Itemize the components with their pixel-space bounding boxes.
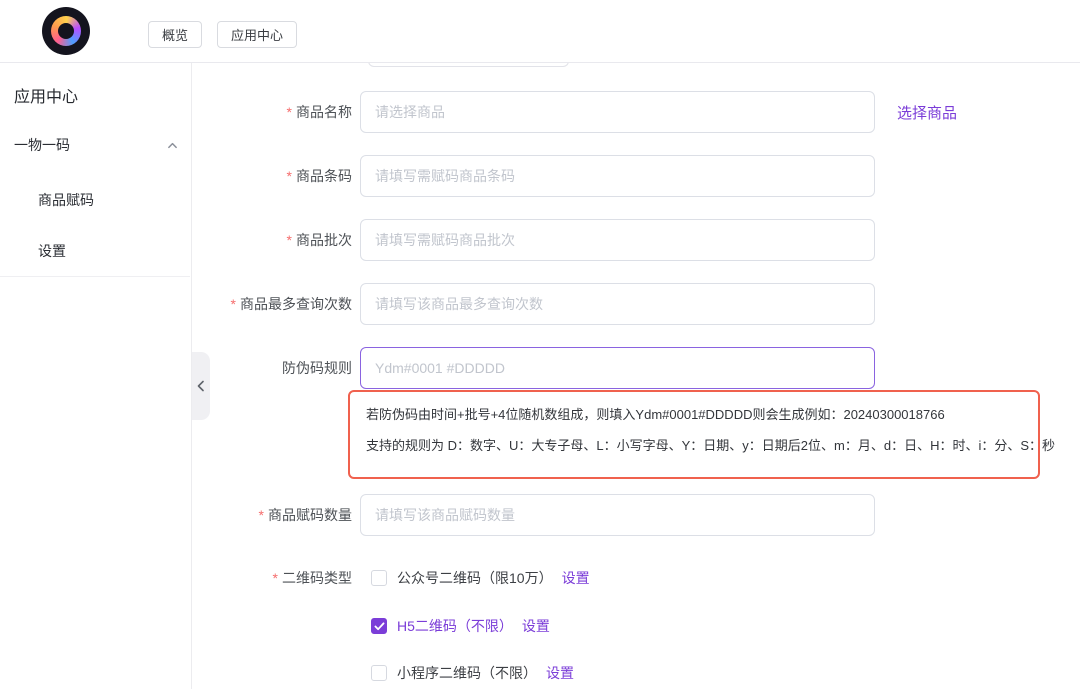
required-asterisk: * <box>259 507 264 523</box>
rule-help-line1: 若防伪码由时间+批号+4位随机数组成，则填入Ydm#0001#DDDDD则会生成… <box>366 405 1022 424</box>
sidebar: 应用中心 一物一码 商品赋码 设置 <box>0 63 192 689</box>
logo-ring-hole <box>58 23 74 39</box>
field-label: *商品赋码数量 <box>193 494 360 536</box>
required-asterisk: * <box>231 296 236 312</box>
mini-program-settings-link[interactable]: 设置 <box>546 663 574 683</box>
topbar-tabs: 概览 应用中心 <box>148 21 297 48</box>
sidebar-item-product-coding[interactable]: 商品赋码 <box>38 190 94 210</box>
sidebar-group-label: 一物一码 <box>14 135 70 155</box>
anticounterfeit-rule-input[interactable] <box>360 347 875 389</box>
required-asterisk: * <box>287 168 292 184</box>
brand-logo-icon[interactable] <box>42 7 90 55</box>
field-label-text: 商品批次 <box>296 232 352 248</box>
max-query-count-input[interactable] <box>360 283 875 325</box>
mini-program-label: 小程序二维码（不限） <box>397 663 537 683</box>
topbar: 概览 应用中心 <box>0 0 1080 63</box>
sidebar-group-one-item-one-code[interactable]: 一物一码 <box>14 135 178 155</box>
official-account-settings-link[interactable]: 设置 <box>562 568 590 588</box>
rule-help-line2: 支持的规则为 D：数字、U：大专子母、L：小写字母、Y：日期、y：日期后2位、m… <box>366 436 1022 455</box>
product-barcode-input[interactable] <box>360 155 875 197</box>
field-row-coding-quantity: *商品赋码数量 <box>193 494 875 536</box>
page: 概览 应用中心 应用中心 一物一码 商品赋码 设置 *商品名称 选择商品 *商品… <box>0 0 1080 689</box>
qrcode-option-official-account: *二维码类型 公众号二维码（限10万） 设置 <box>193 568 590 588</box>
field-row-anticounterfeit-rule: 防伪码规则 <box>193 347 875 389</box>
h5-settings-link[interactable]: 设置 <box>522 616 550 636</box>
required-asterisk: * <box>273 570 278 586</box>
field-label: *商品最多查询次数 <box>193 283 360 325</box>
product-name-input[interactable] <box>360 91 875 133</box>
tab-overview[interactable]: 概览 <box>148 21 202 48</box>
h5-checkbox[interactable] <box>371 618 387 634</box>
official-account-label: 公众号二维码（限10万） <box>397 568 553 588</box>
field-label: *商品条码 <box>193 155 360 197</box>
qrcode-option-mini-program: 小程序二维码（不限） 设置 <box>193 663 574 683</box>
field-row-product-name: *商品名称 选择商品 <box>193 91 957 133</box>
field-label-text: 二维码类型 <box>282 570 352 586</box>
sidebar-divider <box>0 276 190 277</box>
field-label-text: 商品赋码数量 <box>268 507 352 523</box>
select-product-link[interactable]: 选择商品 <box>897 102 957 123</box>
tab-app-center[interactable]: 应用中心 <box>217 21 297 48</box>
sidebar-heading: 应用中心 <box>14 83 78 107</box>
field-row-product-batch: *商品批次 <box>193 219 875 261</box>
sidebar-item-settings[interactable]: 设置 <box>38 241 66 261</box>
coding-quantity-input[interactable] <box>360 494 875 536</box>
chevron-left-icon <box>196 380 206 392</box>
chevron-up-icon <box>167 140 178 151</box>
field-label-text: 防伪码规则 <box>282 360 352 376</box>
field-label-text: 商品最多查询次数 <box>240 296 352 312</box>
official-account-checkbox[interactable] <box>371 570 387 586</box>
rule-help-box: 若防伪码由时间+批号+4位随机数组成，则填入Ydm#0001#DDDDD则会生成… <box>348 390 1040 479</box>
field-label: 防伪码规则 <box>193 347 360 389</box>
field-label-text: 商品名称 <box>296 104 352 120</box>
mini-program-checkbox[interactable] <box>371 665 387 681</box>
field-label: *商品批次 <box>193 219 360 261</box>
h5-label: H5二维码（不限） <box>397 616 513 636</box>
main-form: *商品名称 选择商品 *商品条码 *商品批次 *商品最多查询次数 防伪码规则 若… <box>193 63 1080 689</box>
required-asterisk: * <box>287 232 292 248</box>
field-label-text: 商品条码 <box>296 168 352 184</box>
field-row-max-query-count: *商品最多查询次数 <box>193 283 875 325</box>
required-asterisk: * <box>287 104 292 120</box>
product-batch-input[interactable] <box>360 219 875 261</box>
qrcode-option-h5: H5二维码（不限） 设置 <box>193 616 550 636</box>
check-icon <box>374 622 385 631</box>
field-label: *商品名称 <box>193 91 360 133</box>
qrcode-type-label: *二维码类型 <box>193 568 360 588</box>
sidebar-collapse-handle[interactable] <box>192 352 210 420</box>
field-row-product-barcode: *商品条码 <box>193 155 875 197</box>
